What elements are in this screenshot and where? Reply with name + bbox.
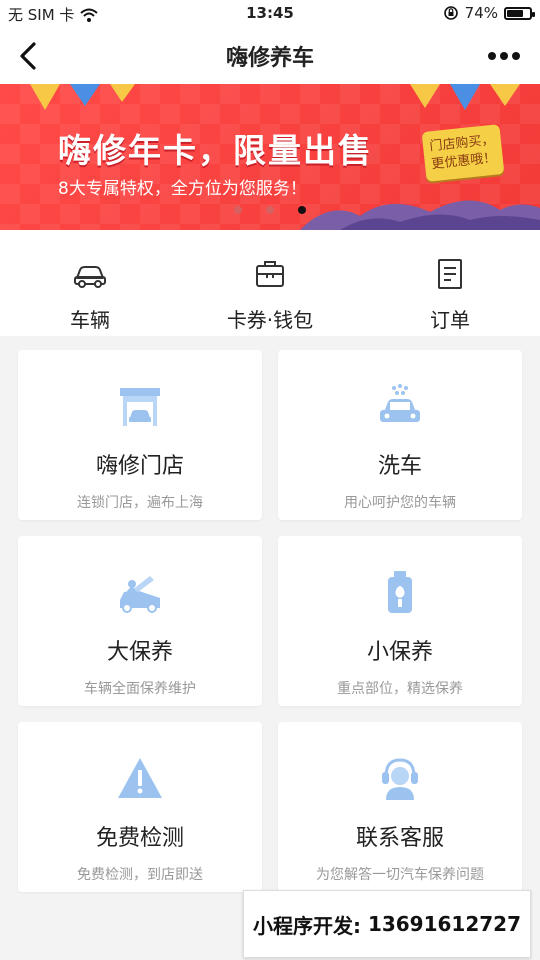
quick-menu: 车辆 卡券·钱包 订单 bbox=[0, 230, 540, 336]
wallet-icon bbox=[256, 261, 284, 287]
service-title: 联系客服 bbox=[355, 826, 444, 851]
service-desc: 连锁门店，遍布上海 bbox=[77, 495, 203, 511]
banner-headline: 嗨修年卡，限量出售 bbox=[58, 131, 373, 170]
service-desc: 重点部位，精选保养 bbox=[337, 681, 463, 697]
warning-icon bbox=[118, 758, 162, 798]
watermark-label: 小程序开发: bbox=[252, 913, 361, 938]
watermark-phone: 13691612727 bbox=[367, 912, 522, 936]
service-title: 洗车 bbox=[377, 454, 422, 479]
carousel-dot[interactable] bbox=[266, 206, 274, 214]
service-title: 小保养 bbox=[366, 640, 433, 665]
service-desc: 为您解答一切汽车保养问题 bbox=[316, 867, 484, 883]
carousel-dots bbox=[0, 206, 540, 214]
quick-item-orders[interactable]: 订单 bbox=[360, 230, 540, 336]
service-card-car-wash[interactable]: 洗车 用心呵护您的车辆 bbox=[278, 350, 522, 520]
car-wash-icon bbox=[380, 384, 420, 422]
quick-item-label: 订单 bbox=[430, 308, 470, 332]
headset-icon bbox=[382, 758, 418, 800]
rotation-lock-icon bbox=[443, 6, 458, 20]
service-card-major-maintenance[interactable]: 大保养 车辆全面保养维护 bbox=[18, 536, 262, 706]
service-card-customer-service[interactable]: 联系客服 为您解答一切汽车保养问题 bbox=[278, 722, 522, 892]
carousel-dot[interactable] bbox=[234, 206, 242, 214]
service-card-store[interactable]: 嗨修门店 连锁门店，遍布上海 bbox=[18, 350, 262, 520]
service-desc: 车辆全面保养维护 bbox=[84, 681, 196, 697]
service-title: 免费检测 bbox=[95, 826, 184, 851]
quick-item-wallet[interactable]: 卡券·钱包 bbox=[180, 230, 360, 336]
page-title: 嗨修养车 bbox=[225, 46, 314, 71]
developer-watermark: 小程序开发: 13691612727 bbox=[243, 890, 531, 958]
more-options-icon[interactable] bbox=[486, 46, 522, 66]
car-icon bbox=[74, 266, 106, 288]
store-icon bbox=[120, 388, 160, 426]
order-icon bbox=[438, 259, 462, 289]
service-card-free-inspection[interactable]: 免费检测 免费检测，到店即送 bbox=[18, 722, 262, 892]
banner-subtitle: 8大专属特权，全方位为您服务！ bbox=[58, 179, 307, 199]
oil-bottle-icon bbox=[388, 571, 412, 613]
back-arrow-icon[interactable] bbox=[14, 40, 44, 72]
status-bar: 无 SIM 卡 13:45 74% bbox=[0, 0, 540, 28]
quick-item-label: 车辆 bbox=[70, 308, 110, 332]
battery-percent: 74% bbox=[464, 4, 498, 22]
bunting-flags-icon bbox=[30, 84, 520, 110]
banner-tag: 门店购买， 更优惠哦！ bbox=[421, 124, 505, 182]
service-desc: 用心呵护您的车辆 bbox=[344, 495, 456, 511]
battery-icon bbox=[504, 6, 535, 20]
service-desc: 免费检测，到店即送 bbox=[77, 867, 203, 883]
service-title: 嗨修门店 bbox=[95, 454, 184, 479]
promo-banner[interactable]: 嗨修年卡，限量出售 8大专属特权，全方位为您服务！ 门店购买， 更优惠哦！ bbox=[0, 84, 540, 230]
service-card-minor-maintenance[interactable]: 小保养 重点部位，精选保养 bbox=[278, 536, 522, 706]
carousel-dot-active[interactable] bbox=[298, 206, 306, 214]
quick-item-label: 卡券·钱包 bbox=[226, 308, 314, 332]
service-title: 大保养 bbox=[106, 640, 173, 665]
hood-open-icon bbox=[120, 576, 160, 613]
quick-item-vehicles[interactable]: 车辆 bbox=[0, 230, 180, 336]
nav-bar: 嗨修养车 bbox=[0, 28, 540, 84]
